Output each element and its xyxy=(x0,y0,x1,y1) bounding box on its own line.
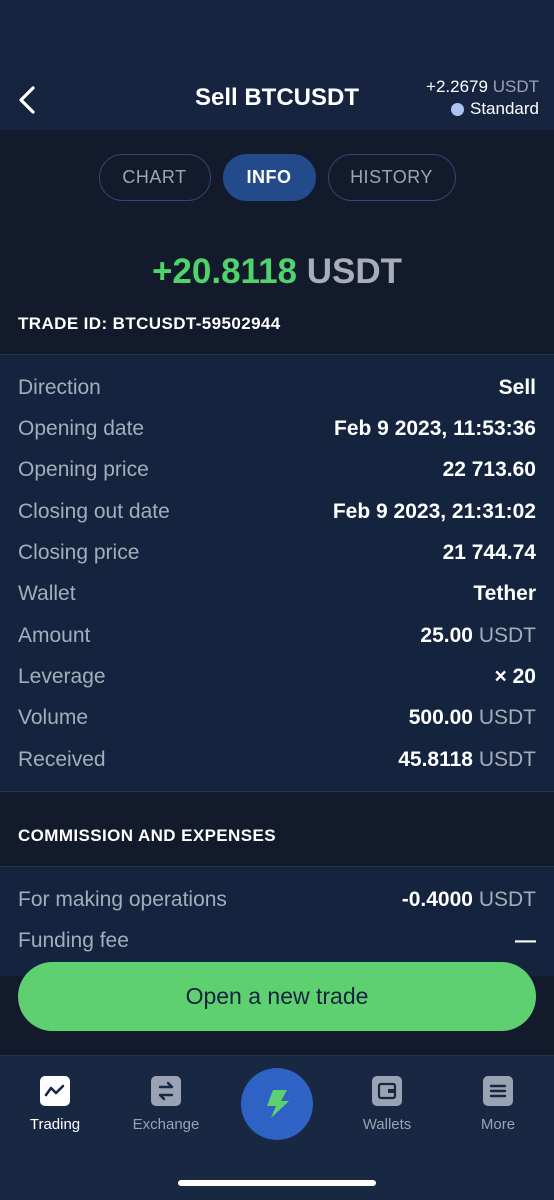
detail-row-opening-date: Opening date Feb 9 2023, 11:53:36 xyxy=(18,413,536,445)
detail-row-leverage: Leverage × 20 xyxy=(18,661,536,693)
account-summary[interactable]: +2.2679 USDT Standard xyxy=(426,76,539,120)
nav-item-more[interactable]: More xyxy=(448,1076,548,1133)
commission-label: Funding fee xyxy=(18,929,129,952)
detail-value: Tether xyxy=(473,582,536,606)
nav-label: Wallets xyxy=(362,1116,412,1133)
detail-value-text: Feb 9 2023, 21:31:02 xyxy=(332,500,536,523)
commission-details: For making operations -0.4000 USDT Fundi… xyxy=(0,866,554,976)
account-pnl-value: +2.2679 xyxy=(426,77,488,96)
detail-label: Direction xyxy=(18,376,101,399)
trade-id: TRADE ID: BTCUSDT-59502944 xyxy=(18,314,281,333)
tab-chart[interactable]: CHART xyxy=(98,154,211,201)
commission-value-text: -0.4000 xyxy=(401,888,473,911)
commission-unit: USDT xyxy=(478,888,536,911)
detail-label: Amount xyxy=(18,624,91,647)
detail-value: Feb 9 2023, 21:31:02 xyxy=(333,500,536,524)
detail-value-text: Sell xyxy=(498,376,536,399)
account-pnl: +2.2679 USDT xyxy=(426,76,539,98)
trade-details: Direction Sell Opening date Feb 9 2023, … xyxy=(0,354,554,792)
detail-unit: USDT xyxy=(478,706,536,729)
detail-value-text: 25.00 xyxy=(420,624,473,647)
account-type: Standard xyxy=(426,98,539,120)
tab-info[interactable]: INFO xyxy=(222,154,316,201)
exchange-arrows-icon xyxy=(151,1076,181,1106)
commission-label: For making operations xyxy=(18,888,227,911)
commission-value-text: — xyxy=(515,929,536,952)
detail-value-text: Feb 9 2023, 11:53:36 xyxy=(334,417,536,440)
detail-row-wallet: Wallet Tether xyxy=(18,578,536,610)
quick-trade-button[interactable] xyxy=(241,1068,313,1140)
account-status-dot-icon xyxy=(451,102,464,116)
detail-value: Feb 9 2023, 11:53:36 xyxy=(334,417,536,441)
detail-row-direction: Direction Sell xyxy=(18,372,536,404)
trade-profit: +20.8118 USDT xyxy=(0,250,554,294)
detail-value: 500.00 USDT xyxy=(409,706,536,730)
detail-value-text: 45.8118 xyxy=(398,748,473,771)
detail-row-closing-price: Closing price 21 744.74 xyxy=(18,537,536,569)
detail-row-closing-date: Closing out date Feb 9 2023, 21:31:02 xyxy=(18,496,536,528)
nav-item-trading[interactable]: Trading xyxy=(5,1076,105,1133)
detail-value: Sell xyxy=(499,376,536,400)
top-bar: Sell BTCUSDT +2.2679 USDT Standard xyxy=(0,0,554,130)
commission-value: -0.4000 USDT xyxy=(402,888,536,912)
commission-row-funding-fee: Funding fee — xyxy=(18,925,536,957)
detail-label: Volume xyxy=(18,706,89,729)
detail-label: Leverage xyxy=(18,665,106,688)
detail-value: 45.8118 USDT xyxy=(398,748,536,772)
tab-bar: CHART INFO HISTORY xyxy=(0,154,554,201)
nav-label: Exchange xyxy=(132,1116,200,1133)
home-indicator[interactable] xyxy=(178,1180,376,1186)
detail-value-text: × 20 xyxy=(494,665,536,688)
tab-history[interactable]: HISTORY xyxy=(327,154,456,201)
menu-lines-icon xyxy=(483,1076,513,1106)
wallet-icon xyxy=(372,1076,402,1106)
nav-label: Trading xyxy=(29,1116,81,1133)
detail-label: Opening price xyxy=(18,458,149,481)
nav-label: More xyxy=(480,1116,516,1133)
detail-value: 25.00 USDT xyxy=(420,624,536,648)
detail-label: Closing out date xyxy=(18,500,170,523)
commission-row-operations: For making operations -0.4000 USDT xyxy=(18,884,536,916)
detail-label: Received xyxy=(18,748,106,771)
detail-unit: USDT xyxy=(478,748,536,771)
detail-value-text: Tether xyxy=(473,582,536,605)
detail-value: × 20 xyxy=(495,665,536,689)
nav-item-exchange[interactable]: Exchange xyxy=(116,1076,216,1133)
detail-value-text: 21 744.74 xyxy=(442,541,536,564)
detail-row-received: Received 45.8118 USDT xyxy=(18,744,536,776)
trade-profit-unit: USDT xyxy=(306,252,403,291)
detail-unit: USDT xyxy=(478,624,536,647)
detail-label: Wallet xyxy=(18,582,76,605)
detail-label: Opening date xyxy=(18,417,145,440)
commission-section-title: COMMISSION AND EXPENSES xyxy=(18,826,276,845)
nav-item-wallets[interactable]: Wallets xyxy=(337,1076,437,1133)
detail-row-amount: Amount 25.00 USDT xyxy=(18,620,536,652)
detail-value-text: 500.00 xyxy=(408,706,473,729)
detail-row-volume: Volume 500.00 USDT xyxy=(18,702,536,734)
account-type-label: Standard xyxy=(470,99,539,118)
detail-label: Closing price xyxy=(18,541,140,564)
account-pnl-unit: USDT xyxy=(492,77,539,96)
detail-value: 22 713.60 xyxy=(443,458,536,482)
trading-chart-icon xyxy=(40,1076,70,1106)
trade-profit-value: +20.8118 xyxy=(151,252,297,291)
detail-row-opening-price: Opening price 22 713.60 xyxy=(18,454,536,486)
detail-value-text: 22 713.60 xyxy=(442,458,536,481)
open-new-trade-button[interactable]: Open a new trade xyxy=(18,962,536,1031)
bottom-nav: Trading Exchange Wallets More xyxy=(0,1055,554,1200)
lightning-logo-icon xyxy=(267,1090,289,1118)
detail-value: 21 744.74 xyxy=(443,541,536,565)
commission-value: — xyxy=(515,929,536,953)
